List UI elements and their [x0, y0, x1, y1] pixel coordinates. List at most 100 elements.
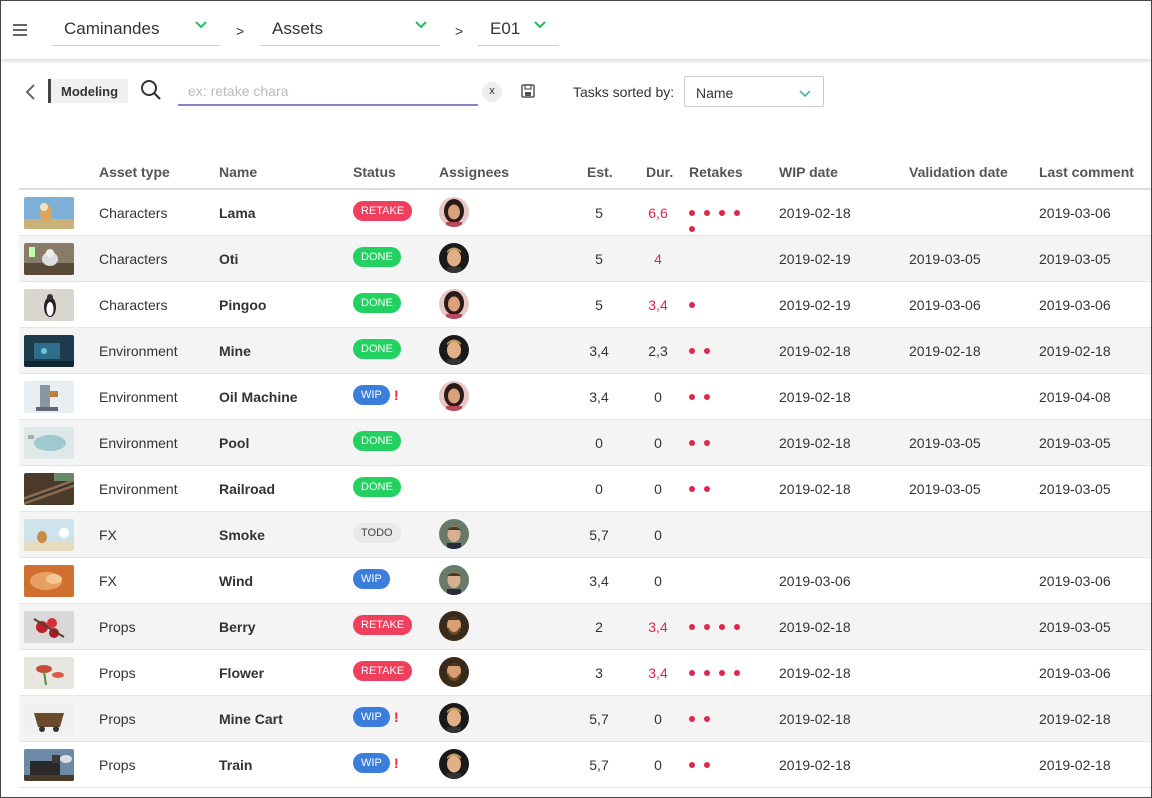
- column-header-status[interactable]: Status: [353, 164, 396, 180]
- table-row[interactable]: Environment Railroad DONE 0 0 2019-02-18 2019-…: [19, 466, 1151, 512]
- asset-name-link[interactable]: Berry: [219, 619, 256, 635]
- column-header-assignees[interactable]: Assignees: [439, 164, 509, 180]
- retake-dot: [704, 394, 710, 400]
- last-comment-date-cell: 2019-04-08: [1039, 389, 1111, 405]
- assignee-avatar[interactable]: [439, 335, 469, 365]
- assignee-avatar[interactable]: [439, 657, 469, 687]
- duration-cell: 0: [654, 389, 662, 405]
- asset-thumbnail[interactable]: [24, 657, 74, 689]
- asset-name-link[interactable]: Pingoo: [219, 297, 266, 313]
- column-header-duration[interactable]: Dur.: [646, 164, 673, 180]
- asset-thumbnail[interactable]: [24, 335, 74, 367]
- column-header-validation-date[interactable]: Validation date: [909, 164, 1008, 180]
- table-row[interactable]: Props Train WIP! 5,7 0 2019-02-18 2019-02-18: [19, 742, 1151, 788]
- table-row[interactable]: Environment Pool DONE 0 0 2019-02-18 2019-03-0…: [19, 420, 1151, 466]
- save-icon[interactable]: [521, 84, 535, 98]
- table-row[interactable]: Environment Oil Machine WIP! 3,4 0 2019-02-18…: [19, 374, 1151, 420]
- table-row[interactable]: FX Wind WIP 3,4 0 2019-03-06 2019-03-06: [19, 558, 1151, 604]
- duration-cell: 0: [654, 527, 662, 543]
- asset-name-link[interactable]: Railroad: [219, 481, 275, 497]
- app-window: Caminandes > Assets > E01 Modeling x Tas…: [0, 0, 1152, 798]
- estimation-cell: 5: [595, 297, 603, 313]
- status-badge[interactable]: WIP: [353, 385, 390, 405]
- column-header-wip-date[interactable]: WIP date: [779, 164, 838, 180]
- assignee-avatar[interactable]: [439, 565, 469, 595]
- table-row[interactable]: Characters Oti DONE 5 4 2019-02-19 2019-03-05 2…: [19, 236, 1151, 282]
- status-badge[interactable]: WIP: [353, 753, 390, 773]
- asset-thumbnail[interactable]: [24, 427, 74, 459]
- status-badge[interactable]: DONE: [353, 247, 401, 267]
- section-selector[interactable]: Assets: [260, 10, 440, 46]
- column-header-retakes[interactable]: Retakes: [689, 164, 743, 180]
- table-row[interactable]: Environment Mine DONE 3,4 2,3 2019-02-18 2019-…: [19, 328, 1151, 374]
- duration-cell: 6,6: [648, 205, 668, 221]
- asset-name-link[interactable]: Train: [219, 757, 252, 773]
- assignee-avatar[interactable]: [439, 519, 469, 549]
- table-row[interactable]: Props Mine Cart WIP! 5,7 0 2019-02-18 2019-02-…: [19, 696, 1151, 742]
- column-header-estimation[interactable]: Est.: [587, 164, 613, 180]
- table-row[interactable]: Characters Lama RETAKE 5 6,6 2019-02-18 2019-0…: [19, 190, 1151, 236]
- asset-thumbnail[interactable]: [24, 749, 74, 781]
- table-row[interactable]: FX Smoke TODO 5,7 0: [19, 512, 1151, 558]
- status-badge[interactable]: WIP: [353, 707, 390, 727]
- assignee-avatar[interactable]: [439, 289, 469, 319]
- asset-thumbnail[interactable]: [24, 381, 74, 413]
- status-badge[interactable]: DONE: [353, 431, 401, 451]
- status-badge[interactable]: DONE: [353, 477, 401, 497]
- episode-selector[interactable]: E01: [478, 10, 559, 46]
- production-selector-label: Caminandes: [64, 19, 160, 38]
- status-badge[interactable]: RETAKE: [353, 201, 413, 221]
- sort-select[interactable]: Name: [684, 76, 824, 107]
- asset-thumbnail[interactable]: [24, 703, 74, 735]
- asset-thumbnail[interactable]: [24, 565, 74, 597]
- asset-name-link[interactable]: Pool: [219, 435, 249, 451]
- task-type-label: Modeling: [48, 79, 129, 103]
- table-row[interactable]: Props Berry RETAKE 2 3,4 2019-02-18 2019-03-05: [19, 604, 1151, 650]
- status-badge[interactable]: RETAKE: [353, 661, 413, 681]
- assignee-avatar[interactable]: [439, 197, 469, 227]
- assignee-avatar[interactable]: [439, 611, 469, 641]
- column-header-name[interactable]: Name: [219, 164, 257, 180]
- column-header-asset-type[interactable]: Asset type: [99, 164, 170, 180]
- retake-dot: [704, 762, 710, 768]
- wip-date-cell: 2019-02-18: [779, 757, 851, 773]
- asset-thumbnail[interactable]: [24, 289, 74, 321]
- table-row[interactable]: Props Flower RETAKE 3 3,4 2019-02-18 2019-03-0…: [19, 650, 1151, 696]
- asset-name-link[interactable]: Mine Cart: [219, 711, 283, 727]
- wip-date-cell: 2019-02-18: [779, 619, 851, 635]
- retakes-indicator: [689, 663, 759, 679]
- hamburger-menu-icon[interactable]: [13, 24, 27, 38]
- assignee-avatar[interactable]: [439, 703, 469, 733]
- wip-date-cell: 2019-02-18: [779, 389, 851, 405]
- back-arrow-icon[interactable]: [23, 83, 37, 101]
- search-input[interactable]: [178, 77, 478, 106]
- assignee-avatar[interactable]: [439, 243, 469, 273]
- asset-name-link[interactable]: Lama: [219, 205, 256, 221]
- production-selector[interactable]: Caminandes: [52, 10, 220, 46]
- asset-name-link[interactable]: Mine: [219, 343, 251, 359]
- asset-name-link[interactable]: Wind: [219, 573, 253, 589]
- status-badge[interactable]: DONE: [353, 293, 401, 313]
- status-badge[interactable]: DONE: [353, 339, 401, 359]
- asset-name-link[interactable]: Flower: [219, 665, 264, 681]
- asset-thumbnail[interactable]: [24, 473, 74, 505]
- asset-thumbnail[interactable]: [24, 611, 74, 643]
- asset-name-link[interactable]: Oti: [219, 251, 238, 267]
- table-row[interactable]: Characters Pingoo DONE 5 3,4 2019-02-19 2019-0…: [19, 282, 1151, 328]
- status-badge[interactable]: RETAKE: [353, 615, 413, 635]
- asset-thumbnail[interactable]: [24, 197, 74, 229]
- assignee-avatar[interactable]: [439, 381, 469, 411]
- column-header-last-comment[interactable]: Last comment: [1039, 164, 1134, 180]
- asset-thumbnail[interactable]: [24, 243, 74, 275]
- duration-cell: 0: [654, 711, 662, 727]
- asset-name-link[interactable]: Oil Machine: [219, 389, 298, 405]
- duration-cell: 0: [654, 481, 662, 497]
- status-badge[interactable]: TODO: [353, 523, 401, 543]
- assignee-avatar[interactable]: [439, 749, 469, 779]
- clear-search-button[interactable]: x: [482, 82, 502, 102]
- asset-thumbnail[interactable]: [24, 519, 74, 551]
- status-badge[interactable]: WIP: [353, 569, 390, 589]
- last-comment-date-cell: 2019-03-05: [1039, 619, 1111, 635]
- search-icon[interactable]: [139, 78, 163, 102]
- asset-name-link[interactable]: Smoke: [219, 527, 265, 543]
